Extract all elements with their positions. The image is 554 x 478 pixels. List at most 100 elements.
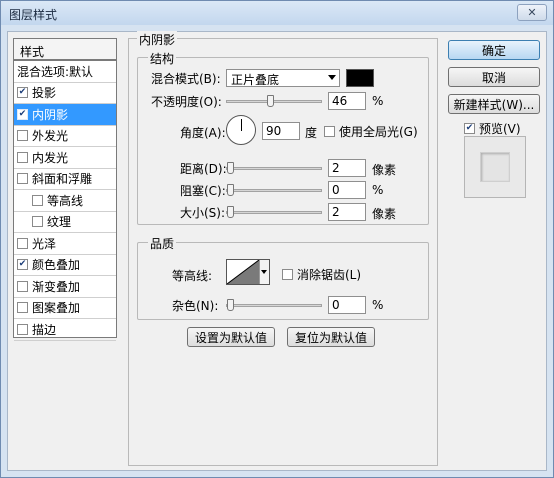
style-checkbox[interactable]	[17, 237, 28, 249]
style-list-item[interactable]: ✔ 投影	[14, 83, 116, 104]
style-preview-swatch	[480, 152, 510, 182]
global-light-option[interactable]: 使用全局光(G)	[324, 123, 418, 140]
dialog-body: 样式 混合选项:默认 ✔ 投影 ✔ 内阴影 外发光 内发光 斜面和浮雕 等高线 纹理 光泽 ✔ 颜色叠加…	[7, 31, 547, 471]
style-list-item-label: 斜面和浮雕	[32, 172, 93, 187]
preview-option[interactable]: ✔ 预览(V)	[464, 120, 521, 137]
distance-unit: 像素	[372, 163, 397, 177]
new-style-button[interactable]: 新建样式(W)...	[448, 94, 540, 114]
angle-needle	[241, 119, 242, 131]
style-list-rows: 混合选项:默认 ✔ 投影 ✔ 内阴影 外发光 内发光 斜面和浮雕 等高线 纹理 光泽 ✔ 颜色叠加 渐变叠…	[14, 61, 116, 341]
style-checkbox[interactable]: ✔	[17, 87, 28, 99]
antialias-option[interactable]: 消除锯齿(L)	[282, 266, 361, 283]
style-list-header[interactable]: 样式	[14, 39, 116, 61]
style-list-item-label: 纹理	[47, 215, 72, 230]
make-default-button[interactable]: 设置为默认值	[187, 327, 275, 347]
style-preview	[464, 136, 526, 198]
antialias-label: 消除锯齿(L)	[297, 268, 362, 282]
structure-title: 结构	[148, 50, 177, 67]
blend-mode-value: 正片叠底	[231, 73, 280, 87]
style-list-item-label: 等高线	[47, 193, 84, 208]
style-list-item[interactable]: 外发光	[14, 126, 116, 147]
noise-unit: %	[372, 298, 384, 312]
opacity-label: 不透明度(O):	[151, 95, 222, 109]
ok-button[interactable]: 确定	[448, 40, 540, 60]
angle-dial[interactable]	[226, 115, 256, 145]
noise-input[interactable]: 0	[328, 296, 366, 314]
size-slider[interactable]	[226, 206, 322, 218]
choke-input[interactable]: 0	[328, 181, 366, 199]
blend-mode-dropdown[interactable]: 正片叠底	[226, 69, 340, 87]
angle-unit: 度	[305, 126, 318, 140]
preview-label: 预览(V)	[479, 122, 521, 136]
opacity-slider-thumb[interactable]	[267, 95, 275, 107]
title-bar[interactable]: 图层样式 ✕	[1, 1, 553, 25]
inner-shadow-group: 内阴影 结构 混合模式(B): 正片叠底 不透明度(O): 46 % 角度(A)…	[128, 31, 438, 466]
style-checkbox[interactable]	[17, 280, 28, 292]
style-list-item[interactable]: 图案叠加	[14, 298, 116, 319]
reset-default-button[interactable]: 复位为默认值	[287, 327, 375, 347]
style-checkbox[interactable]	[17, 173, 28, 185]
style-checkbox[interactable]	[32, 194, 43, 206]
noise-slider-thumb[interactable]	[227, 299, 234, 311]
style-list-item-label: 混合选项:默认	[17, 64, 94, 79]
distance-slider[interactable]	[226, 162, 322, 174]
close-button[interactable]: ✕	[517, 4, 547, 21]
contour-picker[interactable]	[226, 259, 270, 285]
layer-style-dialog: 图层样式 ✕ 样式 混合选项:默认 ✔ 投影 ✔ 内阴影 外发光 内发光 斜面和浮雕 等高线 纹理…	[0, 0, 554, 478]
style-list-item-label: 光泽	[32, 236, 57, 251]
distance-input[interactable]: 2	[328, 159, 366, 177]
distance-label: 距离(D):	[180, 162, 227, 176]
contour-dropdown-arrow[interactable]	[259, 260, 269, 284]
opacity-unit: %	[372, 94, 384, 108]
quality-fieldset: 品质 等高线: 消除锯齿(L) 杂色(N): 0 %	[137, 235, 429, 320]
style-list: 样式 混合选项:默认 ✔ 投影 ✔ 内阴影 外发光 内发光 斜面和浮雕 等高线 纹理 光泽 ✔ 颜色叠加…	[13, 38, 117, 341]
cancel-button[interactable]: 取消	[448, 67, 540, 87]
opacity-slider[interactable]	[226, 95, 322, 107]
style-checkbox[interactable]	[17, 302, 28, 314]
style-list-item[interactable]: 光泽	[14, 233, 116, 255]
style-checkbox[interactable]	[17, 151, 28, 163]
choke-slider-thumb[interactable]	[227, 184, 234, 196]
style-list-item-label: 内阴影	[32, 107, 69, 122]
style-list-item[interactable]: 纹理	[14, 212, 116, 233]
style-list-item-label: 渐变叠加	[32, 279, 81, 294]
structure-fieldset: 结构 混合模式(B): 正片叠底 不透明度(O): 46 % 角度(A): 90	[137, 50, 429, 225]
size-input[interactable]: 2	[328, 203, 366, 221]
style-list-item[interactable]: 等高线	[14, 190, 116, 212]
distance-slider-thumb[interactable]	[227, 162, 234, 174]
window-title: 图层样式	[9, 8, 58, 22]
choke-slider[interactable]	[226, 184, 322, 196]
chevron-down-icon	[261, 270, 267, 274]
style-checkbox[interactable]: ✔	[17, 108, 28, 120]
style-list-item[interactable]: 斜面和浮雕	[14, 169, 116, 190]
angle-input[interactable]: 90	[262, 122, 300, 140]
opacity-input[interactable]: 46	[328, 92, 366, 110]
noise-label: 杂色(N):	[172, 299, 219, 313]
style-checkbox[interactable]	[17, 130, 28, 142]
style-checkbox[interactable]	[17, 323, 28, 335]
style-list-item[interactable]: 描边	[14, 319, 116, 341]
contour-preview-icon	[227, 260, 259, 284]
size-label: 大小(S):	[180, 206, 226, 220]
contour-label: 等高线:	[172, 269, 213, 283]
shadow-color-swatch[interactable]	[346, 69, 374, 87]
style-list-item[interactable]: 内发光	[14, 147, 116, 169]
inner-shadow-title: 内阴影	[137, 31, 178, 48]
global-light-checkbox[interactable]	[324, 126, 335, 137]
style-list-item-label: 外发光	[32, 129, 69, 144]
style-checkbox[interactable]	[32, 216, 43, 228]
style-list-item[interactable]: 渐变叠加	[14, 276, 116, 298]
choke-label: 阻塞(C):	[180, 184, 226, 198]
global-light-label: 使用全局光(G)	[339, 125, 418, 139]
style-list-item[interactable]: ✔ 内阴影	[14, 104, 116, 126]
quality-title: 品质	[148, 235, 177, 252]
style-list-item[interactable]: ✔ 颜色叠加	[14, 255, 116, 276]
noise-slider[interactable]	[226, 299, 322, 311]
size-slider-thumb[interactable]	[227, 206, 234, 218]
antialias-checkbox[interactable]	[282, 269, 293, 280]
style-checkbox[interactable]: ✔	[17, 259, 28, 271]
style-list-item[interactable]: 混合选项:默认	[14, 61, 116, 83]
preview-checkbox[interactable]: ✔	[464, 123, 475, 134]
style-list-item-label: 内发光	[32, 150, 69, 165]
blend-mode-label: 混合模式(B):	[151, 72, 221, 86]
